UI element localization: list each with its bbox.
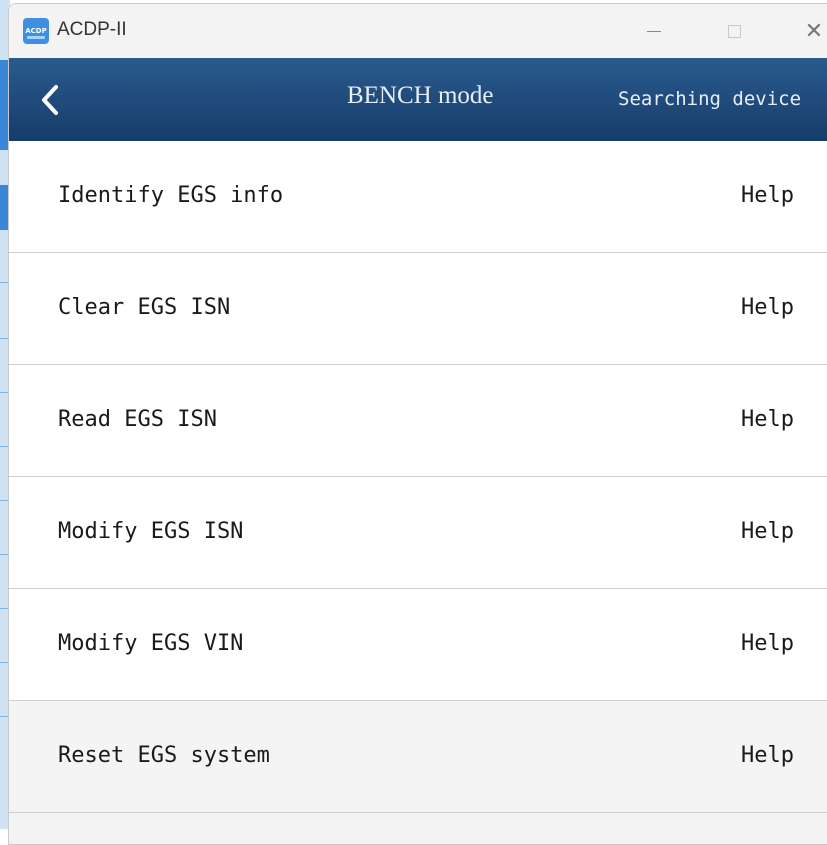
function-menu: Identify EGS info Help Clear EGS ISN Hel… (9, 141, 827, 813)
menu-item-label: Clear EGS ISN (58, 295, 231, 320)
menu-item-label: Identify EGS info (58, 183, 284, 208)
menu-item-modify-egs-isn[interactable]: Modify EGS ISN Help (9, 477, 827, 589)
title-bar: ACDP ACDP-II ✕ (9, 4, 827, 58)
help-button[interactable]: Help (741, 743, 794, 768)
menu-item-label: Read EGS ISN (58, 407, 217, 432)
menu-item-identify-egs-info[interactable]: Identify EGS info Help (9, 141, 827, 253)
chevron-left-icon (42, 85, 58, 115)
app-header: BENCH mode Searching device (9, 58, 827, 141)
close-icon[interactable]: ✕ (799, 16, 827, 46)
page-title: BENCH mode (347, 82, 494, 109)
help-button[interactable]: Help (741, 407, 794, 432)
help-button[interactable]: Help (741, 519, 794, 544)
app-window: ACDP ACDP-II ✕ BENCH mode Searching devi… (8, 3, 827, 845)
back-button[interactable] (33, 80, 67, 120)
menu-item-label: Modify EGS VIN (58, 631, 244, 656)
minimize-icon[interactable] (639, 16, 669, 46)
menu-item-reset-egs-system[interactable]: Reset EGS system Help (9, 701, 827, 813)
menu-item-label: Modify EGS ISN (58, 519, 244, 544)
menu-item-read-egs-isn[interactable]: Read EGS ISN Help (9, 365, 827, 477)
menu-item-clear-egs-isn[interactable]: Clear EGS ISN Help (9, 253, 827, 365)
menu-item-modify-egs-vin[interactable]: Modify EGS VIN Help (9, 589, 827, 701)
help-button[interactable]: Help (741, 295, 794, 320)
menu-item-label: Reset EGS system (58, 743, 270, 768)
help-button[interactable]: Help (741, 631, 794, 656)
maximize-icon[interactable] (719, 16, 749, 46)
help-button[interactable]: Help (741, 183, 794, 208)
connection-status: Searching device (618, 88, 802, 110)
window-title: ACDP-II (57, 19, 127, 40)
acdp-app-icon: ACDP (23, 18, 49, 44)
